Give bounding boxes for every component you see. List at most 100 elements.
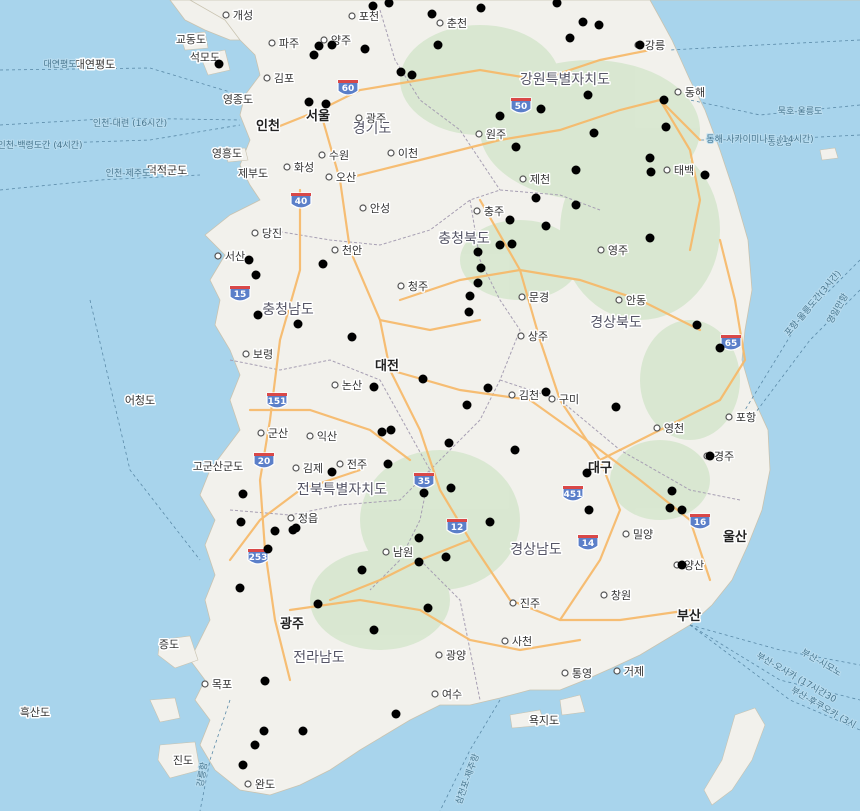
location-marker[interactable] — [578, 17, 588, 27]
location-marker[interactable] — [583, 90, 593, 100]
location-marker[interactable] — [270, 526, 280, 536]
location-marker[interactable] — [214, 59, 224, 69]
map-canvas[interactable]: 60504015151203545112 162536514 강원특별자치도경기도… — [0, 0, 860, 811]
location-marker[interactable] — [465, 291, 475, 301]
location-marker[interactable] — [541, 387, 551, 397]
location-marker[interactable] — [418, 374, 428, 384]
location-marker[interactable] — [260, 676, 270, 686]
location-marker[interactable] — [318, 259, 328, 269]
location-marker[interactable] — [541, 221, 551, 231]
location-marker[interactable] — [369, 625, 379, 635]
location-marker[interactable] — [584, 505, 594, 515]
location-marker[interactable] — [446, 483, 456, 493]
location-marker[interactable] — [635, 40, 645, 50]
location-marker[interactable] — [705, 451, 715, 461]
location-marker[interactable] — [565, 33, 575, 43]
city-dot — [318, 151, 326, 159]
location-marker[interactable] — [507, 239, 517, 249]
location-marker[interactable] — [407, 70, 417, 80]
city-dot — [242, 350, 250, 358]
location-marker[interactable] — [667, 486, 677, 496]
location-marker[interactable] — [414, 557, 424, 567]
location-marker[interactable] — [259, 726, 269, 736]
city-label: 영흥도 — [212, 146, 242, 160]
location-marker[interactable] — [715, 343, 725, 353]
location-marker[interactable] — [236, 517, 246, 527]
location-marker[interactable] — [444, 438, 454, 448]
location-marker[interactable] — [304, 97, 314, 107]
location-marker[interactable] — [427, 9, 437, 19]
location-marker[interactable] — [293, 319, 303, 329]
location-marker[interactable] — [360, 44, 370, 54]
location-marker[interactable] — [321, 99, 331, 109]
location-marker[interactable] — [536, 104, 546, 114]
location-marker[interactable] — [347, 332, 357, 342]
location-marker[interactable] — [483, 383, 493, 393]
location-marker[interactable] — [235, 583, 245, 593]
location-marker[interactable] — [253, 310, 263, 320]
location-marker[interactable] — [327, 40, 337, 50]
location-marker[interactable] — [357, 565, 367, 575]
location-marker[interactable] — [692, 320, 702, 330]
location-marker[interactable] — [571, 200, 581, 210]
location-marker[interactable] — [414, 533, 424, 543]
location-marker[interactable] — [485, 517, 495, 527]
location-marker[interactable] — [594, 20, 604, 30]
location-marker[interactable] — [441, 552, 451, 562]
location-marker[interactable] — [377, 427, 387, 437]
location-marker[interactable] — [291, 523, 301, 533]
location-marker[interactable] — [396, 67, 406, 77]
location-marker[interactable] — [309, 50, 319, 60]
location-marker[interactable] — [251, 270, 261, 280]
major-city-label: 서울 — [306, 108, 330, 124]
location-marker[interactable] — [476, 263, 486, 273]
location-marker[interactable] — [473, 247, 483, 257]
map-viewport[interactable]: 60 50 40 15 151 20 35 451 12 16 253 65 14 강원특별자치도 경기도… — [0, 0, 860, 811]
location-marker[interactable] — [611, 402, 621, 412]
location-marker[interactable] — [571, 165, 581, 175]
location-marker[interactable] — [677, 505, 687, 515]
location-marker[interactable] — [313, 599, 323, 609]
location-marker[interactable] — [419, 488, 429, 498]
location-marker[interactable] — [473, 278, 483, 288]
location-marker[interactable] — [433, 40, 443, 50]
location-marker[interactable] — [511, 142, 521, 152]
location-marker[interactable] — [645, 153, 655, 163]
location-marker[interactable] — [368, 1, 378, 11]
location-marker[interactable] — [250, 740, 260, 750]
location-marker[interactable] — [386, 425, 396, 435]
location-marker[interactable] — [510, 445, 520, 455]
location-marker[interactable] — [298, 726, 308, 736]
location-marker[interactable] — [369, 382, 379, 392]
location-marker[interactable] — [589, 128, 599, 138]
location-marker[interactable] — [677, 560, 687, 570]
location-marker[interactable] — [244, 255, 254, 265]
location-marker[interactable] — [495, 240, 505, 250]
city-dot — [292, 464, 300, 472]
location-marker[interactable] — [327, 467, 337, 477]
location-marker[interactable] — [391, 709, 401, 719]
location-marker[interactable] — [238, 760, 248, 770]
location-marker[interactable] — [238, 489, 248, 499]
city-label: 김포 — [274, 72, 294, 85]
city-label: 오산 — [336, 171, 356, 184]
location-marker[interactable] — [700, 170, 710, 180]
location-marker[interactable] — [582, 468, 592, 478]
location-marker[interactable] — [665, 503, 675, 513]
location-marker[interactable] — [505, 215, 515, 225]
city-label: 어청도 — [125, 394, 155, 407]
location-marker[interactable] — [464, 307, 474, 317]
location-marker[interactable] — [531, 193, 541, 203]
location-marker[interactable] — [263, 544, 273, 554]
location-marker[interactable] — [476, 3, 486, 13]
location-marker[interactable] — [645, 233, 655, 243]
location-marker[interactable] — [423, 603, 433, 613]
location-marker[interactable] — [661, 122, 671, 132]
location-marker[interactable] — [495, 111, 505, 121]
location-marker[interactable] — [383, 459, 393, 469]
location-marker[interactable] — [462, 400, 472, 410]
location-marker[interactable] — [314, 41, 324, 51]
province-label: 강원특별자치도 — [520, 72, 610, 88]
location-marker[interactable] — [659, 95, 669, 105]
location-marker[interactable] — [646, 167, 656, 177]
